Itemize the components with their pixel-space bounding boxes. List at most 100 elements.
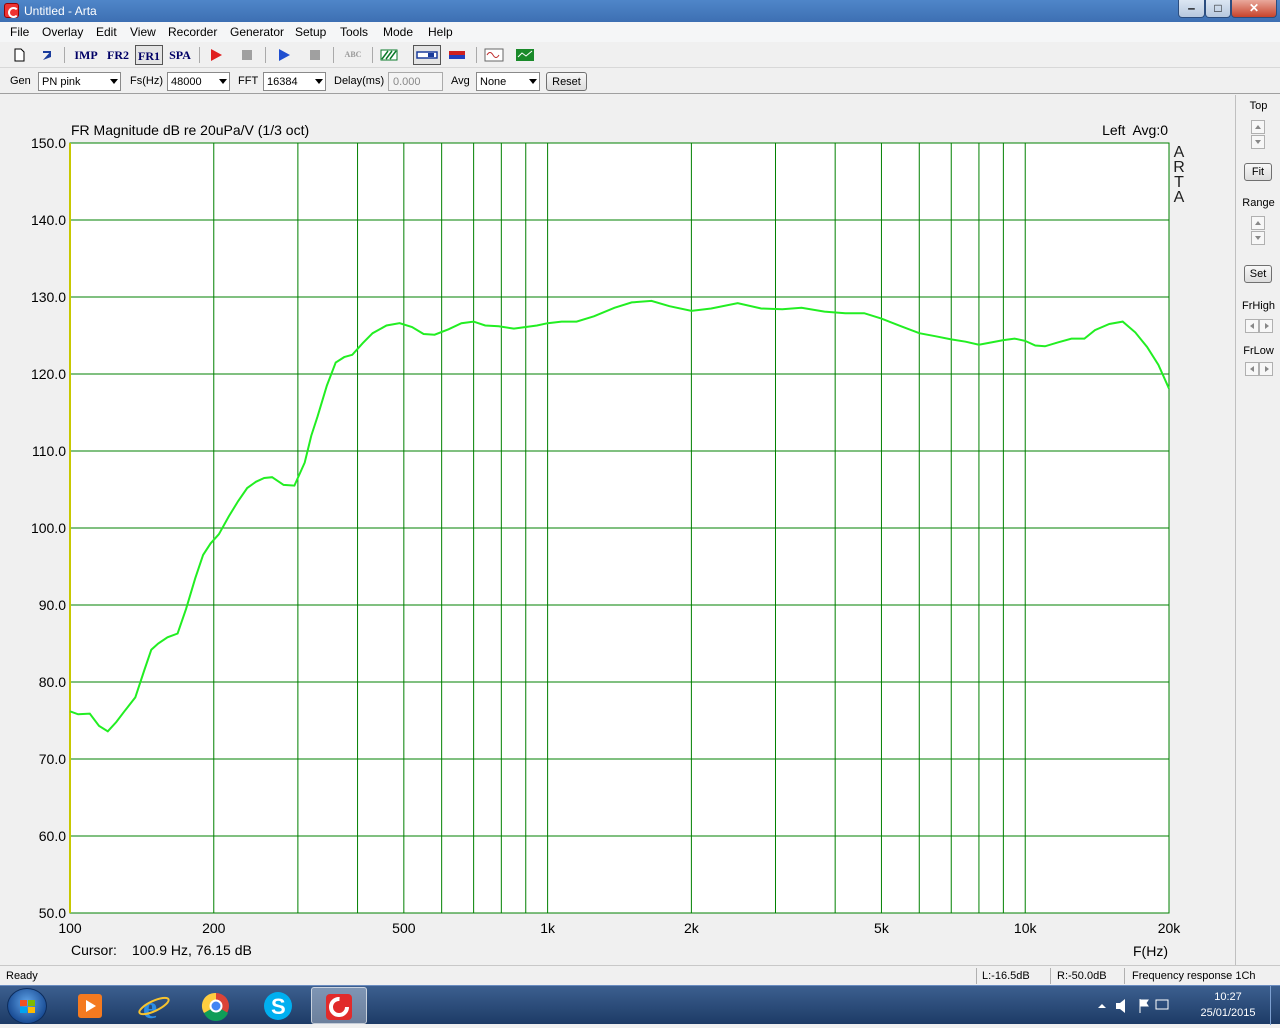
y-tick-label: 140.0 [31, 212, 66, 228]
fit-button[interactable]: Fit [1244, 163, 1272, 181]
x-axis-label: F(Hz) [1133, 943, 1168, 959]
fr2-mode-button[interactable]: FR2 [104, 45, 132, 65]
average-value: None [480, 76, 507, 88]
action-center-flag-icon [1139, 999, 1149, 1013]
windows-logo-icon [20, 1000, 35, 1013]
range-up-spinner[interactable] [1251, 216, 1265, 230]
status-divider [1124, 968, 1125, 984]
toolbar-separator [64, 47, 65, 63]
close-icon: ✕ [1248, 1, 1260, 15]
delay-input[interactable]: 0.000 [388, 72, 443, 91]
volume-icon [1116, 999, 1125, 1013]
avg-label: Avg [451, 75, 470, 87]
frhigh-left-spinner[interactable] [1245, 319, 1259, 333]
right-level: R:-50.0dB [1057, 970, 1107, 982]
abc-button[interactable]: ABC [340, 45, 366, 65]
status-divider [976, 968, 977, 984]
taskbar-skype[interactable]: S [250, 987, 306, 1024]
skype-icon: S [264, 992, 292, 1020]
spectrum-icon [516, 49, 534, 61]
taskbar-arta[interactable] [311, 987, 367, 1024]
hatch-icon [380, 49, 398, 61]
cursor-readout: 100.9 Hz, 76.15 dB [132, 942, 252, 958]
menu-setup[interactable]: Setup [295, 25, 326, 39]
play-red-icon [211, 49, 222, 61]
menu-tools[interactable]: Tools [340, 25, 368, 39]
y-tick-label: 130.0 [31, 289, 66, 305]
fr1-mode-button[interactable]: FR1 [135, 45, 163, 65]
link-icon [416, 51, 438, 59]
toolbar-separator [476, 47, 477, 63]
menu-view[interactable]: View [130, 25, 156, 39]
top-up-spinner[interactable] [1251, 120, 1265, 134]
spa-mode-button[interactable]: SPA [166, 45, 194, 65]
media-player-icon [78, 994, 102, 1018]
chevron-down-icon [529, 79, 537, 84]
reset-button[interactable]: Reset [546, 72, 587, 91]
x-tick-label: 20k [1158, 920, 1182, 936]
waveform-button[interactable] [483, 45, 505, 65]
show-desktop-button[interactable] [1270, 986, 1280, 1025]
channel-legend: Left Avg:0 [1102, 122, 1168, 138]
menu-overlay[interactable]: Overlay [42, 25, 83, 39]
hatch-chart-button[interactable] [378, 45, 400, 65]
frlow-left-spinner[interactable] [1245, 362, 1259, 376]
menu-mode[interactable]: Mode [383, 25, 413, 39]
open-file-button[interactable] [36, 45, 58, 65]
abc-label: ABC [344, 50, 362, 59]
internet-explorer-icon: e [138, 989, 170, 1025]
menu-file[interactable]: File [10, 25, 29, 39]
set-button[interactable]: Set [1244, 265, 1272, 283]
generator-stop-button[interactable] [304, 45, 326, 65]
y-tick-label: 50.0 [39, 905, 66, 921]
color-bar-button[interactable] [446, 45, 468, 65]
record-stop-button[interactable] [236, 45, 258, 65]
range-down-spinner[interactable] [1251, 231, 1265, 245]
clock-date[interactable]: 25/01/2015 [1196, 1007, 1260, 1019]
close-button[interactable]: ✕ [1231, 0, 1277, 18]
generator-start-button[interactable] [273, 45, 295, 65]
x-tick-label: 100 [58, 920, 82, 936]
clock-time[interactable]: 10:27 [1200, 991, 1256, 1003]
y-tick-label: 150.0 [31, 135, 66, 151]
taskbar-internet-explorer[interactable]: e [125, 987, 181, 1025]
menu-generator[interactable]: Generator [230, 25, 284, 39]
average-select[interactable]: None [476, 72, 540, 91]
spectrum-button[interactable] [514, 45, 536, 65]
minimize-button[interactable]: ‒ [1178, 0, 1205, 18]
fft-size-select[interactable]: 16384 [263, 72, 326, 91]
chevron-down-icon [110, 79, 118, 84]
range-label: Range [1242, 197, 1275, 209]
chevron-down-icon [315, 79, 323, 84]
toolbar-separator [265, 47, 266, 63]
frlow-right-spinner[interactable] [1259, 362, 1273, 376]
play-blue-icon [279, 49, 290, 61]
new-file-button[interactable] [8, 45, 30, 65]
arta-app-icon[interactable] [4, 3, 19, 18]
impulse-mode-button[interactable]: IMP [72, 45, 100, 65]
menu-recorder[interactable]: Recorder [168, 25, 217, 39]
mode-status: Frequency response 1Ch [1132, 970, 1256, 982]
phase-toggle-button[interactable] [413, 45, 441, 65]
stop-icon [242, 50, 252, 60]
network-icon [1155, 999, 1169, 1010]
frequency-response-chart[interactable]: 150.0 140.0 130.0 120.0 110.0 100.0 90.0 80.0 70… [0, 95, 1235, 965]
status-bar: Ready L:-16.5dB R:-50.0dB Frequency resp… [0, 965, 1280, 985]
gen-label: Gen [10, 75, 31, 87]
generator-value: PN pink [42, 76, 81, 88]
record-start-button[interactable] [205, 45, 227, 65]
frhigh-right-spinner[interactable] [1259, 319, 1273, 333]
top-down-spinner[interactable] [1251, 135, 1265, 149]
menu-help[interactable]: Help [428, 25, 453, 39]
taskbar-media-player[interactable] [62, 987, 118, 1024]
watermark-letter: A [1174, 189, 1185, 206]
system-tray-icons[interactable] [1094, 996, 1174, 1016]
sample-rate-select[interactable]: 48000 [167, 72, 230, 91]
generator-select[interactable]: PN pink [38, 72, 121, 91]
menu-edit[interactable]: Edit [96, 25, 117, 39]
maximize-button[interactable]: □ [1205, 0, 1231, 18]
start-button[interactable] [7, 988, 47, 1024]
svg-text:S: S [271, 994, 286, 1019]
taskbar-chrome[interactable] [188, 987, 244, 1024]
plot-area: 150.0 140.0 130.0 120.0 110.0 100.0 90.0 80.0 70… [0, 95, 1235, 965]
